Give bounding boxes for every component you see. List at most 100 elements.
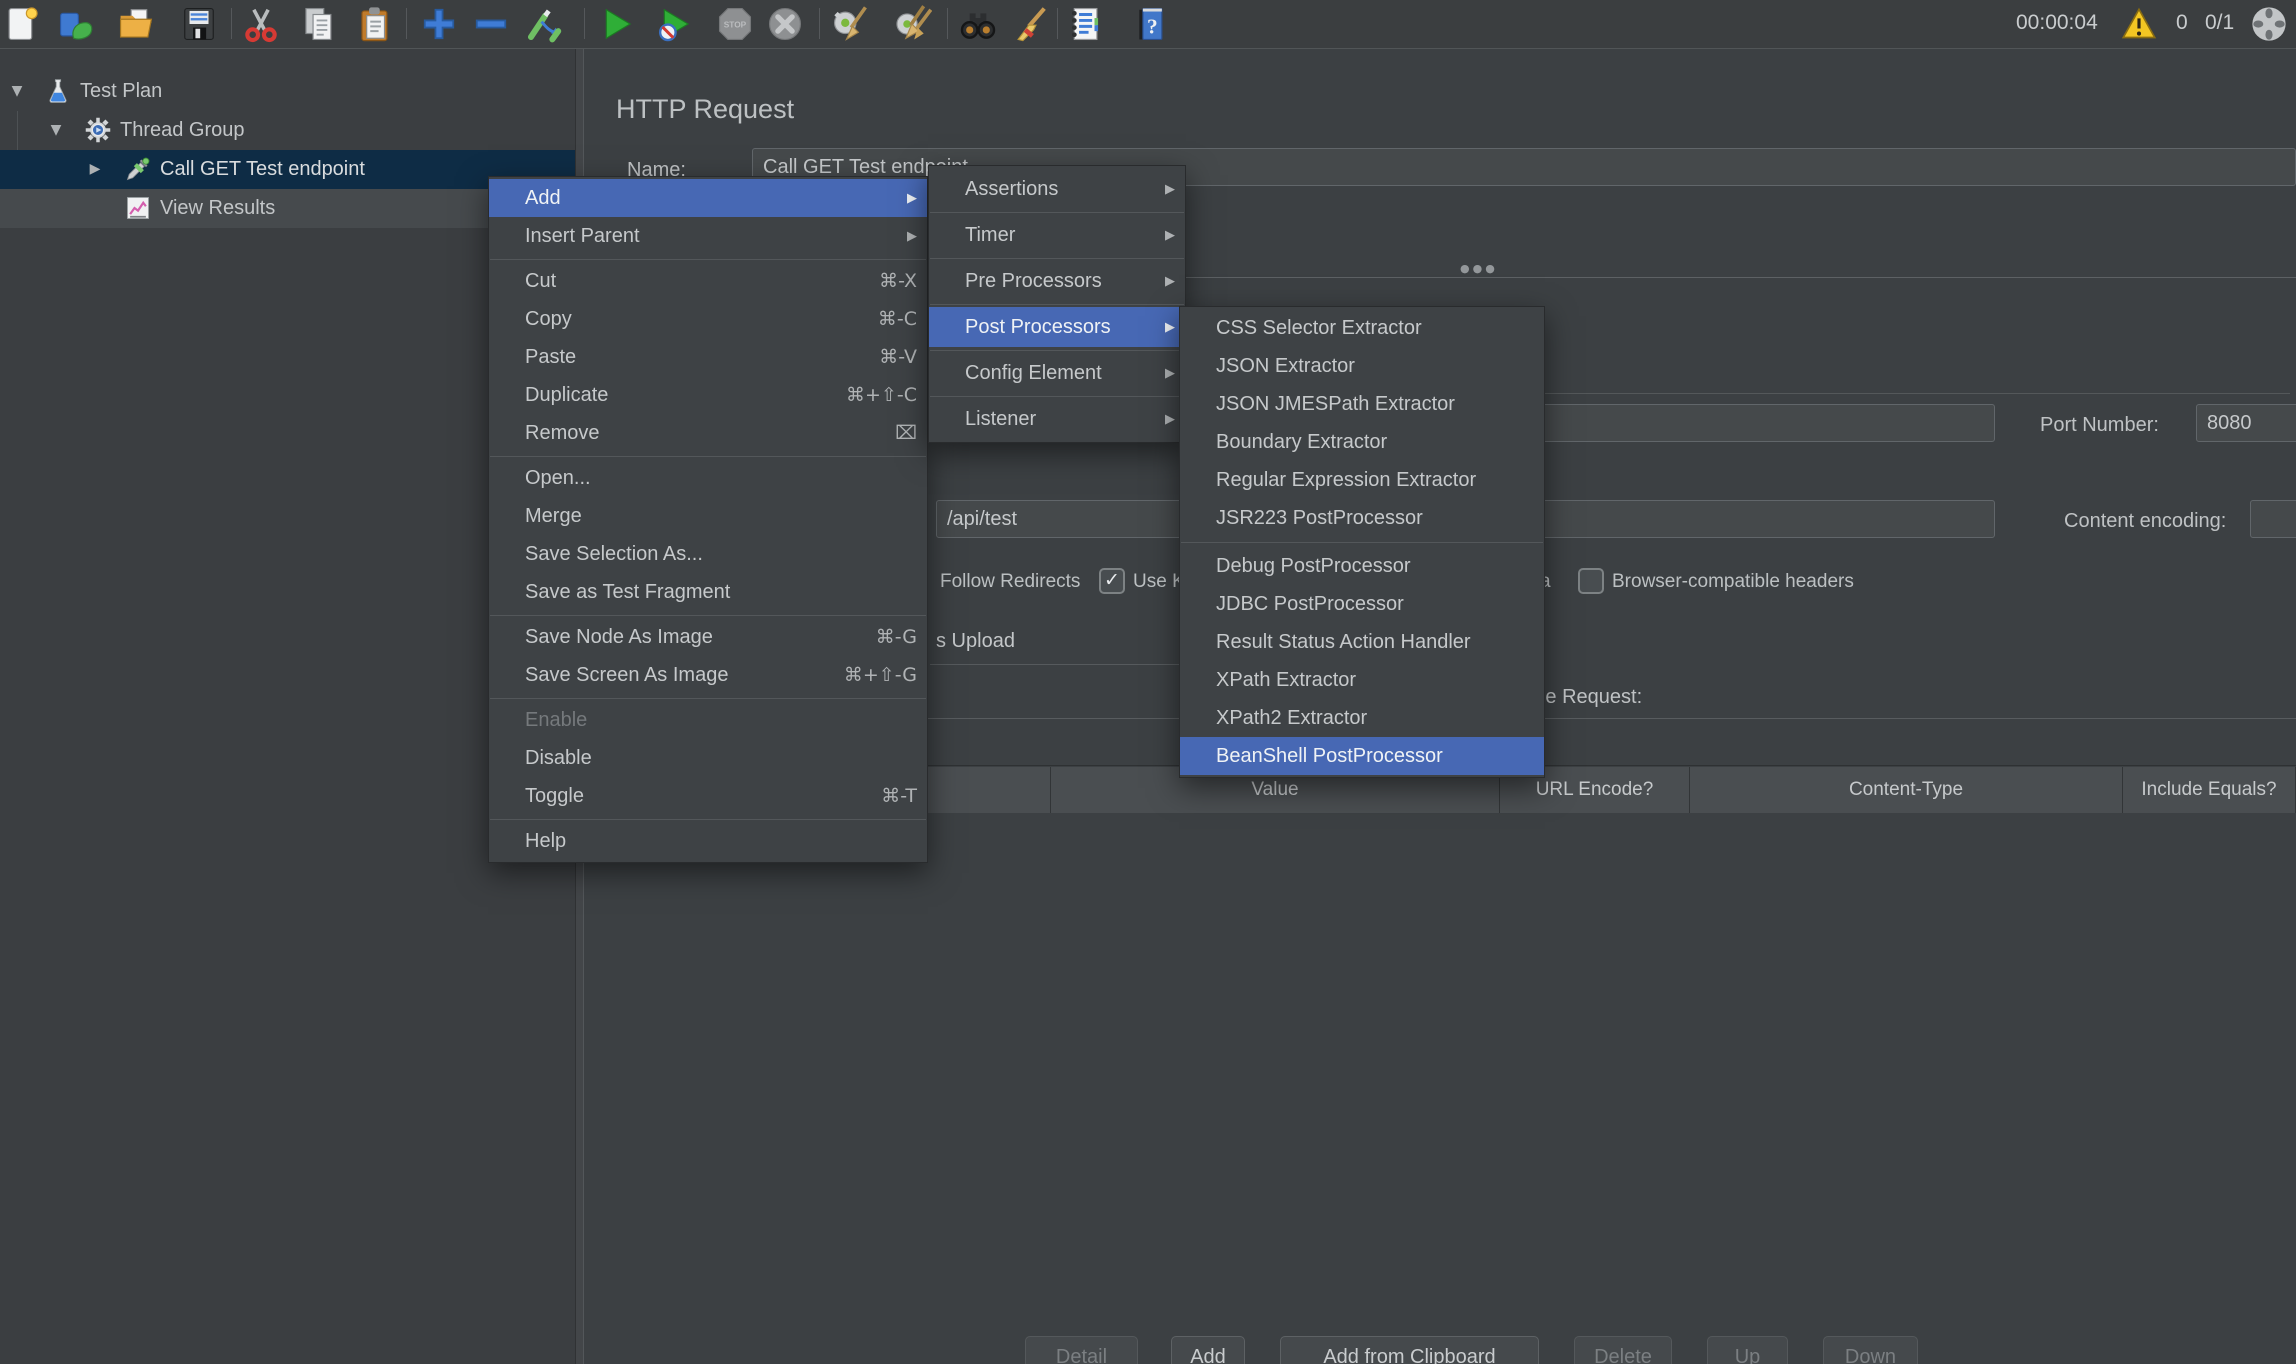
menu-item-save-screen-as-image[interactable]: Save Screen As Image⌘+⇧-G [489,656,927,694]
tab-underline [930,664,1182,665]
copy-icon[interactable] [300,5,338,43]
menu-item-debug-postprocessor[interactable]: Debug PostProcessor [1180,547,1544,585]
menu-item-assertions[interactable]: Assertions▶ [929,169,1185,209]
menu-item-css-selector-extractor[interactable]: CSS Selector Extractor [1180,309,1544,347]
menu-item-shortcut: ⌘-X [879,270,917,292]
menu-item-save-as-test-fragment[interactable]: Save as Test Fragment [489,573,927,611]
open-file-icon[interactable] [117,5,155,43]
menu-item-paste[interactable]: Paste⌘-V [489,338,927,376]
menu-item-copy[interactable]: Copy⌘-C [489,300,927,338]
help-icon[interactable]: ? [1131,5,1169,43]
menu-item-save-node-as-image[interactable]: Save Node As Image⌘-G [489,618,927,656]
menu-item-pre-processors[interactable]: Pre Processors▶ [929,261,1185,301]
menu-item-boundary-extractor[interactable]: Boundary Extractor [1180,423,1544,461]
content-encoding-field[interactable] [2250,500,2296,538]
start-icon[interactable] [598,5,636,43]
warning-count[interactable]: 0 [2176,11,2188,35]
test-state-indicator-icon[interactable] [2250,5,2288,43]
save-icon[interactable] [180,5,218,43]
add-from-clipboard-button[interactable]: Add from Clipboard [1280,1336,1539,1364]
follow-redirects-label: Follow Redirects [940,571,1080,593]
menu-item-merge[interactable]: Merge [489,497,927,535]
menu-item-xpath-extractor[interactable]: XPath Extractor [1180,661,1544,699]
menu-separator [1180,537,1544,547]
menu-item-open[interactable]: Open... [489,459,927,497]
tree-item-test-plan[interactable]: ▼ Test Plan [0,72,575,111]
remove-element-icon[interactable] [472,5,510,43]
menu-item-result-status-action-handler[interactable]: Result Status Action Handler [1180,623,1544,661]
templates-icon[interactable] [57,5,95,43]
new-file-icon[interactable] [2,5,40,43]
menu-item-label: Pre Processors [965,270,1153,293]
param-header-include-equals[interactable]: Include Equals? [2123,767,2296,813]
menu-item-beanshell-postprocessor[interactable]: BeanShell PostProcessor [1180,737,1544,775]
up-button[interactable]: Up [1707,1336,1788,1364]
menu-item-label: Insert Parent [525,225,895,248]
delete-button[interactable]: Delete [1574,1336,1672,1364]
search-icon[interactable] [959,5,997,43]
add-element-icon[interactable] [420,5,458,43]
menu-item-label: Save Node As Image [525,626,852,649]
menu-separator [489,255,927,262]
browser-compatible-headers-checkbox[interactable] [1578,568,1604,594]
down-button[interactable]: Down [1823,1336,1918,1364]
stop-icon[interactable]: STOP [716,5,754,43]
submenu-arrow-icon: ▶ [1165,412,1175,427]
paste-icon[interactable] [356,5,394,43]
menu-item-save-selection-as[interactable]: Save Selection As... [489,535,927,573]
menu-item-label: Boundary Extractor [1216,431,1534,454]
port-number-field[interactable]: 8080 [2196,404,2296,442]
param-header-content-type[interactable]: Content-Type [1690,767,2123,813]
menu-item-xpath2-extractor[interactable]: XPath2 Extractor [1180,699,1544,737]
menu-item-post-processors[interactable]: Post Processors▶ [929,307,1185,347]
menu-item-toggle[interactable]: Toggle⌘-T [489,777,927,815]
tree-expand-arrow-icon[interactable]: ▶ [84,150,106,189]
menu-item-json-jmespath-extractor[interactable]: JSON JMESPath Extractor [1180,385,1544,423]
tree-collapse-arrow-icon[interactable]: ▼ [6,72,28,111]
jmeter-window: 00:00:04 0 0/1 STOP? ▼Test Plan▼Thread G… [0,0,2296,1364]
menu-item-cut[interactable]: Cut⌘-X [489,262,927,300]
menu-item-label: Add [525,187,895,210]
menu-item-label: Toggle [525,785,857,808]
tree-collapse-arrow-icon[interactable]: ▼ [45,111,67,150]
warning-indicator-icon[interactable] [2121,6,2157,42]
menu-item-shortcut: ⌘+⇧-G [844,664,917,686]
toggle-icon[interactable] [525,5,563,43]
use-keepalive-checkbox[interactable] [1099,568,1125,594]
splitter-collapse-handle[interactable]: ●●● [1460,262,1498,275]
menu-item-add[interactable]: Add▶ [489,179,927,217]
menu-item-regular-expression-extractor[interactable]: Regular Expression Extractor [1180,461,1544,499]
menu-item-label: JSON Extractor [1216,355,1534,378]
menu-item-label: Remove [525,422,871,445]
toolbar-separator [1057,8,1058,39]
cut-icon[interactable] [242,5,280,43]
toolbar-separator [406,8,407,39]
menu-item-jdbc-postprocessor[interactable]: JDBC PostProcessor [1180,585,1544,623]
menu-item-json-extractor[interactable]: JSON Extractor [1180,347,1544,385]
add-button[interactable]: Add [1171,1336,1245,1364]
menu-add-submenu: Assertions▶Timer▶Pre Processors▶Post Pro… [928,165,1186,443]
shutdown-icon[interactable] [766,5,804,43]
menu-item-enable[interactable]: Enable [489,701,927,739]
menu-item-jsr223-postprocessor[interactable]: JSR223 PostProcessor [1180,499,1544,537]
clear-search-icon[interactable] [1011,5,1049,43]
clear-all-icon[interactable] [894,5,932,43]
function-helper-icon[interactable] [1066,5,1104,43]
threads-running-count: 0/1 [2205,11,2234,35]
files-upload-tab[interactable]: s Upload [936,630,1015,653]
menu-item-insert-parent[interactable]: Insert Parent▶ [489,217,927,255]
tree-item-thread-group[interactable]: ▼Thread Group [0,111,575,150]
menu-item-label: Help [525,830,917,853]
tree-item-label: Test Plan [80,72,162,111]
menu-item-remove[interactable]: Remove⌧ [489,414,927,452]
menu-item-timer[interactable]: Timer▶ [929,215,1185,255]
clear-icon[interactable] [831,5,869,43]
menu-item-listener[interactable]: Listener▶ [929,399,1185,439]
start-no-pauses-icon[interactable] [656,5,694,43]
menu-item-disable[interactable]: Disable [489,739,927,777]
menu-item-config-element[interactable]: Config Element▶ [929,353,1185,393]
menu-item-help[interactable]: Help [489,822,927,860]
menu-item-duplicate[interactable]: Duplicate⌘+⇧-C [489,376,927,414]
detail-button[interactable]: Detail [1025,1336,1138,1364]
svg-text:?: ? [1147,15,1158,39]
